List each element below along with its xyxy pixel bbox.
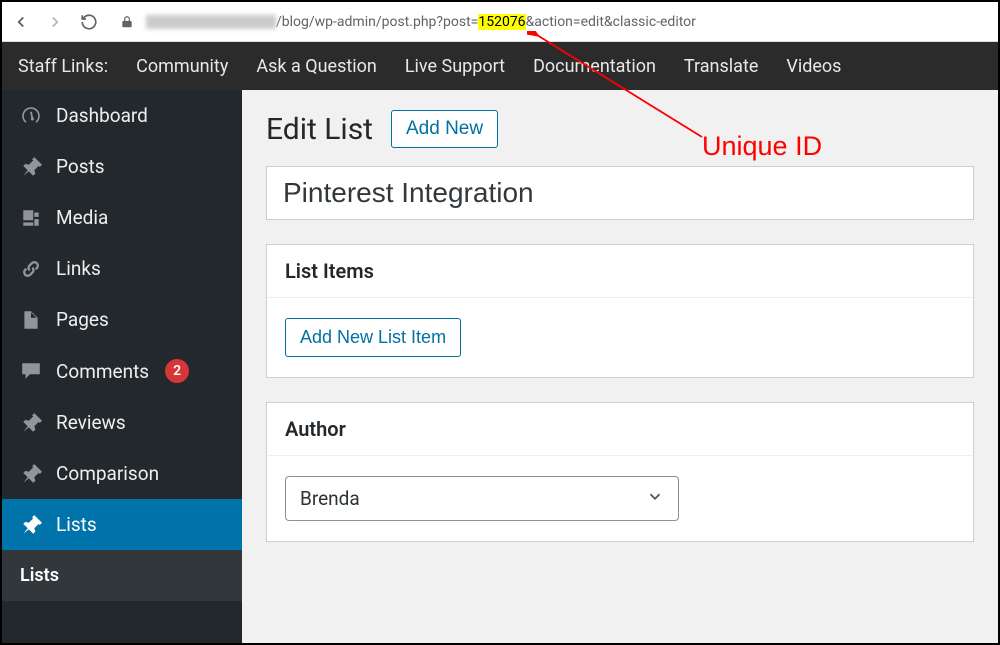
sidebar-item-pages[interactable]: Pages: [2, 294, 242, 345]
author-panel: Author Brenda: [266, 402, 974, 542]
sidebar-item-label: Links: [56, 257, 101, 280]
author-select[interactable]: Brenda: [285, 476, 679, 521]
sidebar-item-media[interactable]: Media: [2, 192, 242, 243]
sidebar-item-label: Pages: [56, 308, 109, 331]
staff-link-ask[interactable]: Ask a Question: [256, 56, 377, 77]
url-post-id-highlight: 152076: [478, 14, 525, 30]
media-icon: [20, 207, 42, 229]
author-heading: Author: [267, 403, 973, 456]
list-items-panel: List Items Add New List Item: [266, 244, 974, 378]
sidebar-item-comments[interactable]: Comments 2: [2, 345, 242, 397]
sidebar-item-label: Lists: [56, 513, 97, 536]
back-icon[interactable]: [12, 13, 30, 31]
pin-icon: [20, 412, 42, 434]
main-wrap: Dashboard Posts Media Links Pages Commen…: [2, 90, 998, 643]
author-body: Brenda: [267, 456, 973, 541]
sidebar-item-label: Dashboard: [56, 104, 148, 127]
post-title-input[interactable]: [266, 166, 974, 220]
lock-icon: [118, 13, 136, 31]
url-bar[interactable]: /blog/wp-admin/post.php?post=152076&acti…: [112, 13, 988, 31]
author-selected-value: Brenda: [300, 487, 360, 510]
sidebar-item-label: Media: [56, 206, 108, 229]
sidebar-item-label: Reviews: [56, 411, 126, 434]
sidebar-item-label: Comparison: [56, 462, 159, 485]
staff-link-community[interactable]: Community: [136, 56, 228, 77]
staff-links-label: Staff Links:: [18, 56, 108, 77]
browser-nav: [12, 13, 98, 31]
reload-icon[interactable]: [80, 13, 98, 31]
sidebar-submenu-lists[interactable]: Lists: [2, 550, 242, 601]
browser-chrome: /blog/wp-admin/post.php?post=152076&acti…: [2, 2, 998, 42]
page-icon: [20, 309, 42, 331]
staff-link-docs[interactable]: Documentation: [533, 56, 656, 77]
staff-link-videos[interactable]: Videos: [786, 56, 841, 77]
content-area: Edit List Add New List Items Add New Lis…: [242, 90, 998, 643]
annotation-label: Unique ID: [702, 131, 822, 162]
comments-badge: 2: [165, 359, 189, 383]
list-items-heading: List Items: [267, 245, 973, 298]
list-items-body: Add New List Item: [267, 298, 973, 377]
add-new-button[interactable]: Add New: [391, 110, 498, 148]
comment-icon: [20, 360, 42, 382]
sidebar-item-lists[interactable]: Lists: [2, 499, 242, 550]
sidebar-item-dashboard[interactable]: Dashboard: [2, 90, 242, 141]
staff-links-bar: Staff Links: Community Ask a Question Li…: [2, 42, 998, 90]
sidebar-item-label: Comments: [56, 360, 149, 383]
add-list-item-button[interactable]: Add New List Item: [285, 318, 461, 357]
dashboard-icon: [20, 105, 42, 127]
sidebar-item-comparison[interactable]: Comparison: [2, 448, 242, 499]
sidebar-item-posts[interactable]: Posts: [2, 141, 242, 192]
pin-icon: [20, 156, 42, 178]
staff-link-support[interactable]: Live Support: [405, 56, 505, 77]
url-blurred-domain: [146, 15, 276, 29]
link-icon: [20, 258, 42, 280]
sidebar-item-reviews[interactable]: Reviews: [2, 397, 242, 448]
page-header: Edit List Add New: [266, 110, 974, 148]
sidebar-item-label: Posts: [56, 155, 105, 178]
pin-icon: [20, 463, 42, 485]
sidebar-item-links[interactable]: Links: [2, 243, 242, 294]
forward-icon[interactable]: [46, 13, 64, 31]
pin-icon: [20, 514, 42, 536]
url-text: /blog/wp-admin/post.php?post=152076&acti…: [146, 14, 696, 30]
staff-link-translate[interactable]: Translate: [684, 56, 758, 77]
chevron-down-icon: [646, 487, 664, 510]
page-title: Edit List: [266, 112, 373, 147]
admin-sidebar: Dashboard Posts Media Links Pages Commen…: [2, 90, 242, 643]
